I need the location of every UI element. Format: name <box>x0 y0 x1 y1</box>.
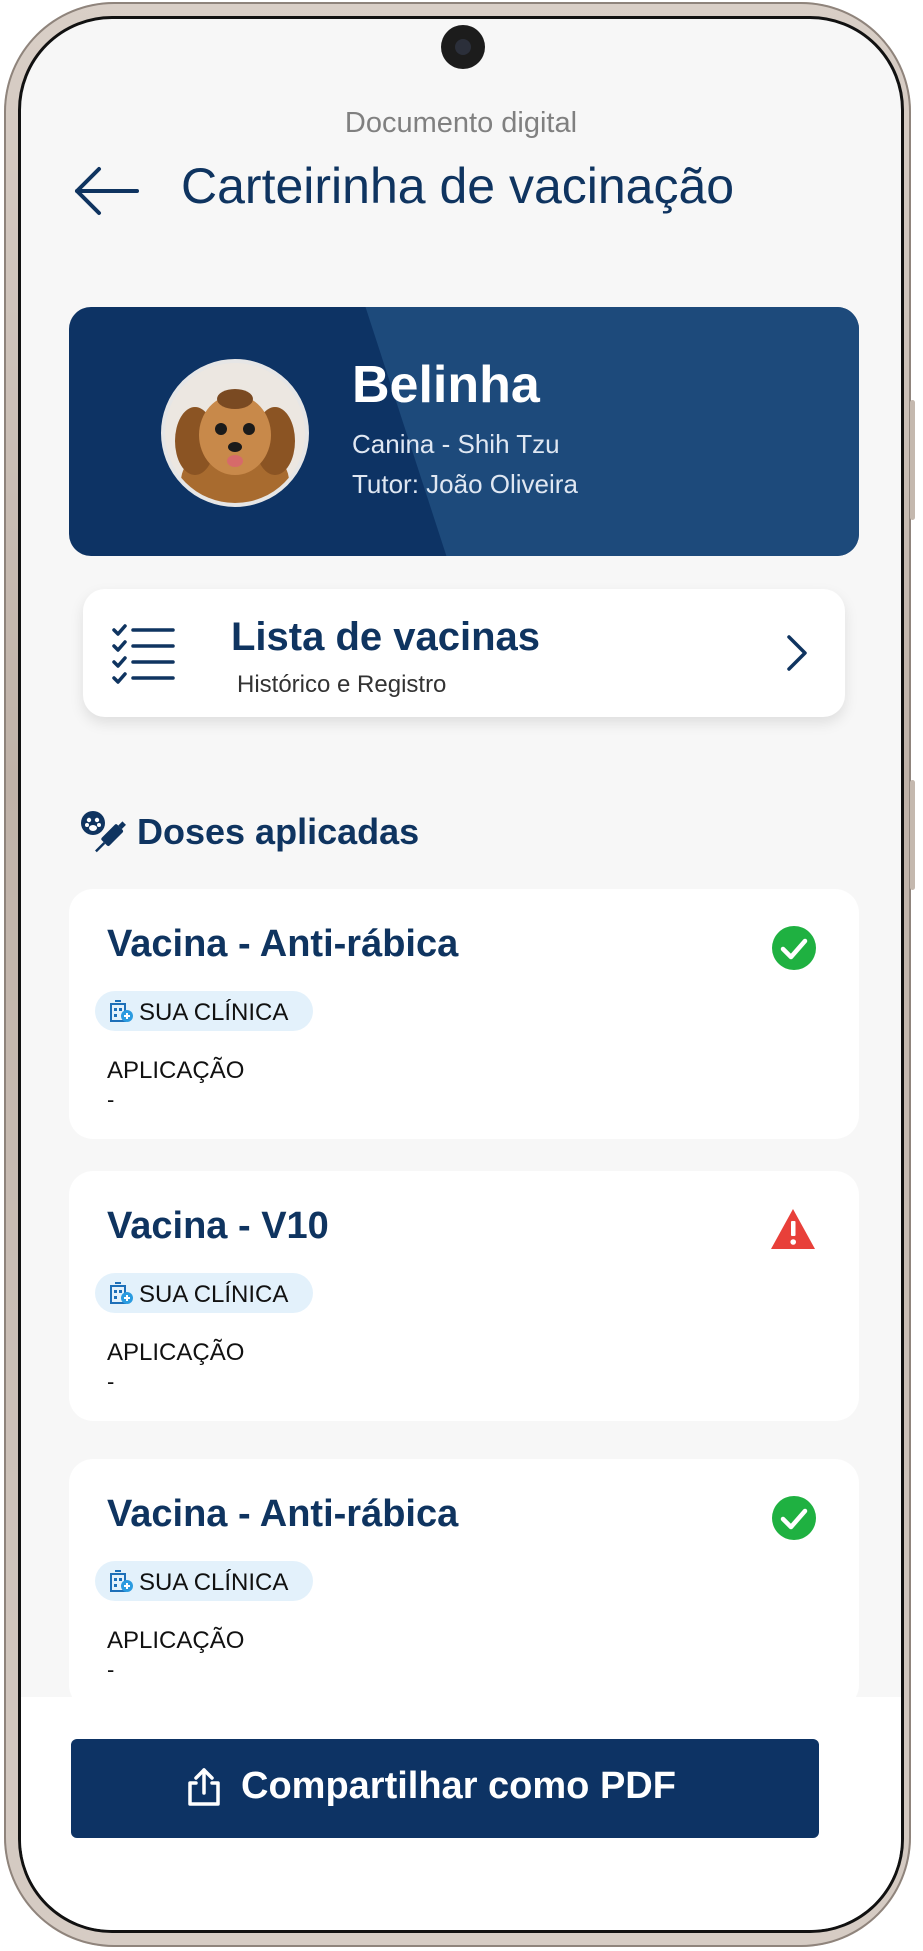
share-upload-icon <box>188 1768 220 1806</box>
pet-avatar <box>161 359 309 507</box>
page-title: Carteirinha de vacinação <box>181 158 735 214</box>
clinic-name: SUA CLÍNICA <box>139 999 289 1026</box>
share-pdf-label: Compartilhar como PDF <box>241 1765 676 1807</box>
clinic-building-icon <box>110 1000 133 1022</box>
doses-section-title: Doses aplicadas <box>137 811 420 852</box>
clinic-building-icon <box>110 1282 133 1304</box>
application-date: - <box>107 1657 115 1682</box>
check-circle-icon <box>772 926 816 970</box>
application-label: APLICAÇÃO <box>107 1057 245 1084</box>
clinic-name: SUA CLÍNICA <box>139 1569 289 1596</box>
phone-volume-button <box>910 400 915 520</box>
pet-tutor: Tutor: João Oliveira <box>352 469 578 499</box>
application-label: APLICAÇÃO <box>107 1339 245 1366</box>
clinic-name: SUA CLÍNICA <box>139 1281 289 1308</box>
vaccine-list-button[interactable]: Lista de vacinas Histórico e Registro <box>83 589 845 717</box>
pet-profile-card: Belinha Canina - Shih Tzu Tutor: João Ol… <box>69 307 859 556</box>
arrow-left-icon <box>75 167 139 215</box>
vaccine-name: Vacina - Anti-rábica <box>107 1493 459 1535</box>
checklist-icon <box>112 624 175 684</box>
vaccine-list-title: Lista de vacinas <box>231 615 541 659</box>
paw-syringe-icon <box>81 811 126 853</box>
phone-power-button <box>910 780 915 890</box>
check-circle-icon <box>772 1496 816 1540</box>
pet-name: Belinha <box>352 356 540 414</box>
application-date: - <box>107 1369 115 1394</box>
pet-breed: Canina - Shih Tzu <box>352 429 560 459</box>
clinic-badge: SUA CLÍNICA <box>95 1273 313 1313</box>
back-button[interactable] <box>73 165 141 217</box>
clinic-badge: SUA CLÍNICA <box>95 1561 313 1601</box>
clinic-badge: SUA CLÍNICA <box>95 991 313 1031</box>
vaccine-card[interactable]: Vacina - Anti-rábica SUA CLÍNICA APLICAÇ… <box>69 889 859 1139</box>
share-pdf-button[interactable]: Compartilhar como PDF <box>71 1739 819 1838</box>
vaccine-card[interactable]: Vacina - V10 SUA CLÍNICA APLICAÇÃO - <box>69 1171 859 1421</box>
application-label: APLICAÇÃO <box>107 1627 245 1654</box>
clinic-building-icon <box>110 1570 133 1592</box>
header-subtitle: Documento digital <box>344 107 578 139</box>
bottom-action-bar: Compartilhar como PDF <box>21 1697 901 1930</box>
vaccine-card[interactable]: Vacina - Anti-rábica SUA CLÍNICA APLICAÇ… <box>69 1459 859 1709</box>
vaccine-name: Vacina - V10 <box>107 1205 329 1247</box>
warning-triangle-icon <box>771 1209 815 1249</box>
front-camera <box>441 25 485 69</box>
application-date: - <box>107 1087 115 1112</box>
app-screen: Documento digital Carteirinha de vacinaç… <box>18 16 904 1933</box>
vaccine-name: Vacina - Anti-rábica <box>107 923 459 965</box>
dog-photo <box>165 363 305 503</box>
vaccine-list-subtitle: Histórico e Registro <box>237 671 447 698</box>
chevron-right-icon <box>787 635 807 671</box>
